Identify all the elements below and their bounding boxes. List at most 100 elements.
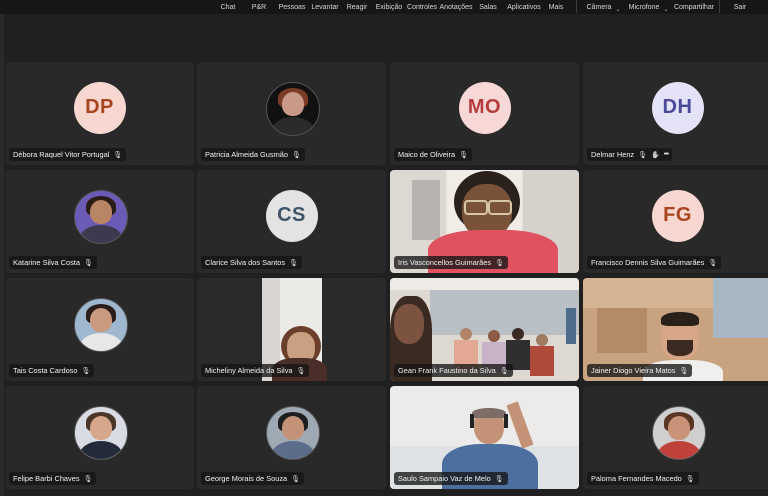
more-button[interactable]: Mais [548, 0, 564, 14]
participant-name: Micheliny Almeida da Silva [205, 366, 293, 375]
more-options-icon[interactable]: ••• [664, 151, 669, 158]
participant-name: Jainer Diogo Vieira Matos [591, 366, 676, 375]
participant-tile[interactable]: George Morais de Souza 🎙 [197, 386, 386, 489]
toolbar-label: P&R [251, 4, 267, 11]
apps-button[interactable]: Aplicativos [506, 0, 542, 14]
toolbar-label: Mais [548, 4, 564, 11]
toolbar-label: Pessoas [278, 4, 306, 11]
leave-label: Sair [733, 4, 747, 11]
view-button[interactable]: Exibição [375, 0, 403, 14]
share-label: Compartilhar [673, 4, 715, 11]
mic-muted-icon: 🎙 [685, 475, 695, 483]
participant-nameplate: Patricia Almeida Gusmão 🎙 [201, 148, 305, 161]
participant-tile[interactable]: Tais Costa Cardoso 🎙 [5, 278, 194, 381]
toolbar-label: Controles [407, 4, 437, 11]
participant-name: Gean Frank Faustino da Silva [398, 366, 496, 375]
participant-nameplate: Gean Frank Faustino da Silva 🎙 [394, 364, 513, 377]
rooms-button[interactable]: Salas [478, 0, 498, 14]
participant-tile[interactable]: Gean Frank Faustino da Silva 🎙 [390, 278, 579, 381]
participant-tile[interactable]: FG Francisco Dennis Silva Guimarães 🎙 [583, 170, 768, 273]
qa-button[interactable]: P&R [251, 0, 267, 14]
participant-nameplate: Micheliny Almeida da Silva 🎙 [201, 364, 310, 377]
participant-tile[interactable]: DH Delmar Henz 🎙 ✋ ••• [583, 62, 768, 165]
participant-tile[interactable]: Patricia Almeida Gusmão 🎙 [197, 62, 386, 165]
avatar [265, 405, 320, 460]
participant-name: Francisco Dennis Silva Guimarães [591, 258, 705, 267]
participant-nameplate: Jainer Diogo Vieira Matos 🎙 [587, 364, 693, 377]
mic-muted-icon: 🎙 [81, 367, 91, 375]
initials-avatar: FG [651, 189, 704, 242]
microphone-label: Microfone [628, 4, 660, 11]
participant-name: Paloma Fernandes Macedo [591, 474, 682, 483]
initials-avatar: DH [651, 81, 704, 134]
mic-muted-icon: 🎙 [296, 367, 306, 375]
participant-tile[interactable]: Saulo Sampaio Vaz de Melo 🎙 [390, 386, 579, 489]
participant-nameplate: Saulo Sampaio Vaz de Melo 🎙 [394, 472, 508, 485]
participant-nameplate: Maico de Oliveira 🎙 [394, 148, 472, 161]
avatar [265, 81, 320, 136]
mic-muted-icon: 🎙 [499, 367, 509, 375]
controls-button[interactable]: Controles [407, 0, 437, 14]
participant-tile[interactable]: Paloma Fernandes Macedo 🎙 [583, 386, 768, 489]
participant-name: Katarine Silva Costa [13, 258, 80, 267]
react-button[interactable]: Reagir [345, 0, 369, 14]
meeting-toolbar: Chat P&R Pessoas Levantar Reagir Exibição Cont… [0, 0, 768, 14]
participant-tile[interactable]: MO Maico de Oliveira 🎙 [390, 62, 579, 165]
participant-nameplate: Clarice Silva dos Santos 🎙 [201, 256, 302, 269]
microphone-button[interactable]: Microfone [628, 0, 660, 14]
participant-nameplate: Delmar Henz 🎙 ✋ ••• [587, 148, 673, 161]
raise-hand-button[interactable]: Levantar [311, 0, 339, 14]
toolbar-divider [719, 0, 720, 13]
mic-muted-icon: 🎙 [83, 259, 93, 267]
gallery-edge [0, 14, 4, 496]
mic-muted-icon: 🎙 [638, 151, 648, 159]
participant-name: Felipe Barbi Chaves [13, 474, 80, 483]
participant-tile[interactable]: DP Débora Raquel Vitor Portugal 🎙 [5, 62, 194, 165]
participant-name: Delmar Henz [591, 150, 635, 159]
initials-avatar: MO [458, 81, 511, 134]
leave-button[interactable]: Sair [730, 0, 750, 14]
participant-tile[interactable]: Iris Vasconcellos Guimarães 🎙 [390, 170, 579, 273]
toolbar-label: Aplicativos [507, 4, 541, 11]
toolbar-label: Exibição [375, 4, 403, 11]
mic-muted-icon: 🎙 [291, 151, 301, 159]
camera-button[interactable]: Câmera [586, 0, 612, 14]
participant-tile[interactable]: CS Clarice Silva dos Santos 🎙 [197, 170, 386, 273]
avatar [73, 405, 128, 460]
participant-name: Patricia Almeida Gusmão [205, 150, 288, 159]
avatar [73, 189, 128, 244]
mic-muted-icon: 🎙 [679, 367, 689, 375]
avatar [73, 297, 128, 352]
mic-muted-icon: 🎙 [459, 151, 468, 159]
toolbar-label: Levantar [311, 4, 339, 11]
participant-nameplate: Débora Raquel Vitor Portugal 🎙 [9, 148, 127, 161]
mic-muted-icon: 🎙 [289, 259, 298, 267]
mic-muted-icon: 🎙 [495, 259, 504, 267]
toolbar-divider [576, 0, 577, 13]
raised-hand-icon: ✋ [651, 151, 660, 159]
participant-tile[interactable]: Felipe Barbi Chaves 🎙 [5, 386, 194, 489]
toolbar-label: Reagir [346, 4, 368, 11]
camera-options-chevron-icon[interactable]: ⌄ [614, 0, 622, 14]
avatar [651, 405, 706, 460]
microphone-options-chevron-icon[interactable]: ⌄ [662, 0, 670, 14]
annotations-button[interactable]: Anotações [439, 0, 472, 14]
participant-tile[interactable]: Jainer Diogo Vieira Matos 🎙 [583, 278, 768, 381]
toolbar-label: Salas [479, 4, 497, 11]
initials-avatar: CS [265, 189, 318, 242]
mic-muted-icon: 🎙 [113, 151, 123, 159]
participant-name: Saulo Sampaio Vaz de Melo [398, 474, 491, 483]
participant-tile[interactable]: Katarine Silva Costa 🎙 [5, 170, 194, 273]
camera-label: Câmera [586, 4, 612, 11]
participant-nameplate: Felipe Barbi Chaves 🎙 [9, 472, 97, 485]
share-button[interactable]: Compartilhar [674, 0, 714, 14]
participant-tile[interactable]: Micheliny Almeida da Silva 🎙 [197, 278, 386, 381]
chat-button[interactable]: Chat [219, 0, 237, 14]
people-button[interactable]: Pessoas [278, 0, 306, 14]
participant-name: Clarice Silva dos Santos [205, 258, 286, 267]
participant-name: Maico de Oliveira [398, 150, 456, 159]
participant-nameplate: Francisco Dennis Silva Guimarães 🎙 [587, 256, 722, 269]
mic-muted-icon: 🎙 [83, 475, 93, 483]
participant-name: George Morais de Souza [205, 474, 288, 483]
participant-nameplate: Paloma Fernandes Macedo 🎙 [587, 472, 699, 485]
